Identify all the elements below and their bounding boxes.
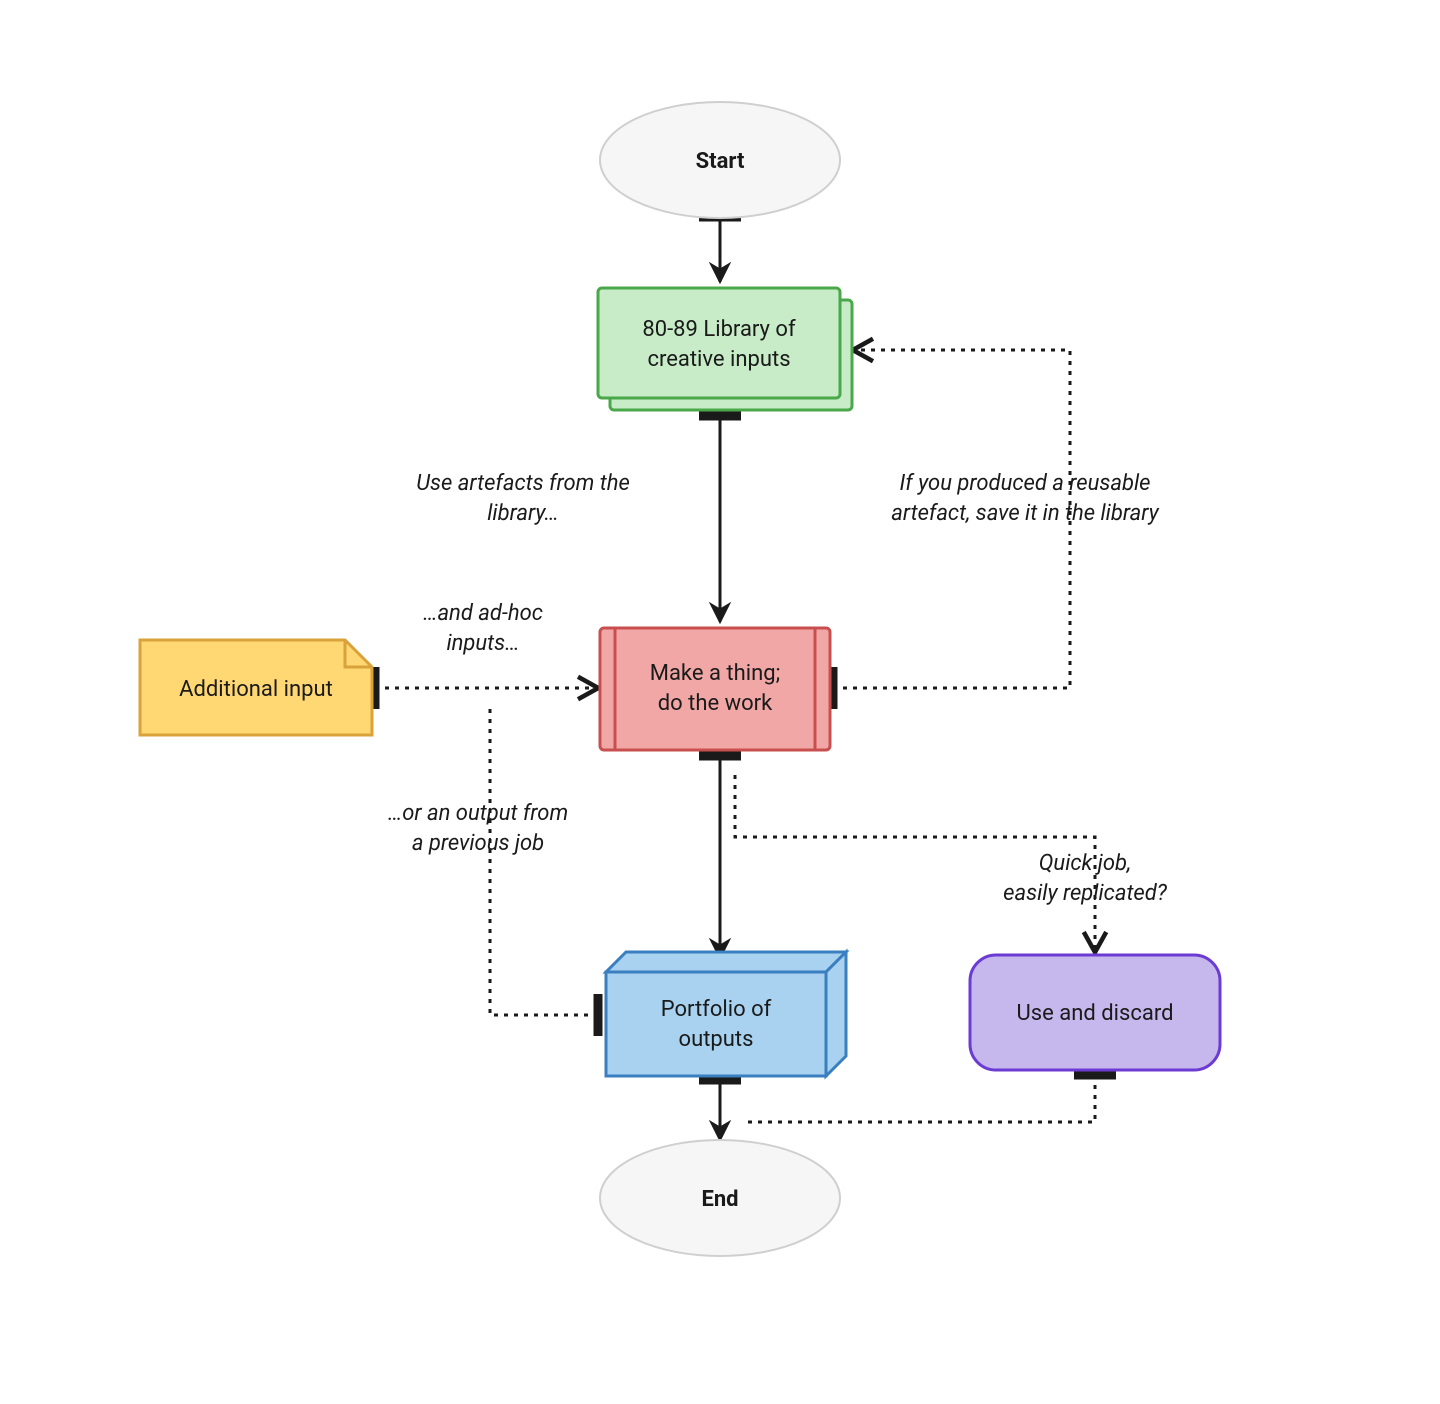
edge-label-library-to-make-2: library… bbox=[487, 501, 559, 526]
edge-label-make-to-discard-2: easily replicated? bbox=[1003, 881, 1168, 906]
node-additional-input: Additional input bbox=[140, 640, 372, 735]
edge-label-additional-2: inputs… bbox=[446, 631, 519, 656]
node-start: Start bbox=[600, 102, 840, 218]
node-library-label-2: creative inputs bbox=[647, 347, 790, 372]
node-additional-label: Additional input bbox=[179, 677, 333, 702]
node-end-label: End bbox=[701, 1187, 738, 1212]
edge-label-library-to-make-1: Use artefacts from the bbox=[416, 471, 630, 496]
node-start-label: Start bbox=[696, 149, 745, 174]
node-library: 80-89 Library of creative inputs bbox=[598, 288, 852, 410]
edge-label-portfolio-back-2: a previous job bbox=[412, 831, 544, 856]
node-make-label-1: Make a thing; bbox=[650, 661, 780, 686]
node-discard-label: Use and discard bbox=[1017, 1001, 1174, 1026]
edge-label-make-to-library-1: If you produced a reusable bbox=[899, 471, 1150, 496]
edge-label-make-to-discard-1: Quick job, bbox=[1039, 851, 1132, 876]
edge-label-portfolio-back-1: …or an output from bbox=[388, 801, 568, 826]
edge-discard-to-end bbox=[748, 1075, 1095, 1122]
flowchart-canvas: Use artefacts from the library… If you p… bbox=[0, 0, 1440, 1404]
node-end: End bbox=[600, 1140, 840, 1256]
edge-label-additional-1: …and ad-hoc bbox=[423, 601, 543, 626]
edge-label-make-to-library-2: artefact, save it in the library bbox=[891, 501, 1159, 526]
edge-portfolio-feedback bbox=[490, 705, 598, 1015]
node-portfolio: Portfolio of outputs bbox=[606, 952, 846, 1076]
node-make: Make a thing; do the work bbox=[600, 628, 830, 750]
node-use-discard: Use and discard bbox=[970, 955, 1220, 1070]
node-make-label-2: do the work bbox=[658, 691, 773, 716]
node-library-label-1: 80-89 Library of bbox=[642, 317, 796, 342]
node-portfolio-label-1: Portfolio of bbox=[661, 997, 772, 1022]
node-portfolio-label-2: outputs bbox=[679, 1027, 754, 1052]
